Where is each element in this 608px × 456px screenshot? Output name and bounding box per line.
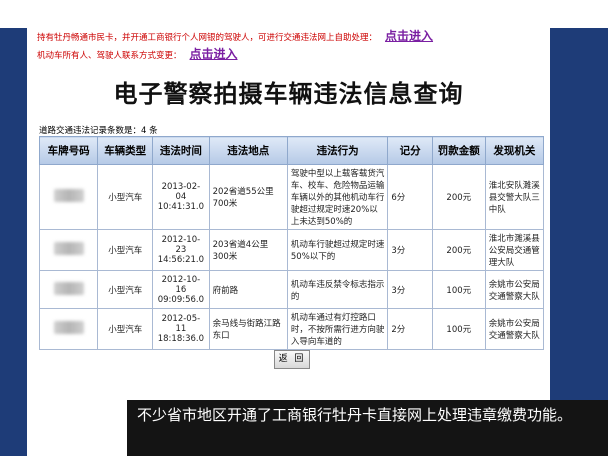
caption-overlay: 不少省市地区开通了工商银行牡丹卡直接网上处理违章缴费功能。 (127, 400, 608, 456)
violation-cell: 驾驶中型以上载客载货汽车、校车、危险物品运输车辆以外的其他机动车行驶超过规定时速… (286, 164, 389, 230)
fine-cell: 200元 (431, 164, 486, 230)
office-cell: 余姚市公安局交通警察大队 (484, 308, 545, 350)
header-fine: 罚款金额 (431, 136, 486, 165)
time-cell: 2012-10-16 09:09:56.0 (152, 270, 210, 309)
violation-table: 车牌号码 车辆类型 违法时间 违法地点 违法行为 记分 罚款金额 发现机关 小型… (38, 136, 545, 350)
header-office: 发现机关 (484, 136, 545, 165)
table-row: 小型汽车 2012-05-11 18:18:36.0 余马线与街路江路东口 机动… (38, 308, 545, 350)
table-header-row: 车牌号码 车辆类型 违法时间 违法地点 违法行为 记分 罚款金额 发现机关 (38, 136, 545, 165)
header-vehicle-type: 车辆类型 (97, 136, 154, 165)
table-row: 小型汽车 2013-02-04 10:41:31.0 202省道55公里700米… (38, 164, 545, 230)
location-cell: 余马线与街路江路东口 (208, 308, 288, 350)
plate-cell (38, 229, 99, 271)
online-processing-notice: 持有牡丹畅通市民卡，并开通工商银行个人网银的驾驶人，可进行交通违法网上自助处理：… (37, 27, 433, 44)
points-cell: 2分 (387, 308, 433, 350)
location-cell: 府前路 (208, 270, 288, 309)
time-cell: 2012-05-11 18:18:36.0 (152, 308, 210, 350)
office-cell: 淮北市濉溪县公安局交通管理大队 (484, 229, 545, 271)
violation-cell: 机动车行驶超过规定时速50%以下的 (286, 229, 389, 271)
points-cell: 3分 (387, 229, 433, 271)
table-row: 小型汽车 2012-10-16 09:09:56.0 府前路 机动车违反禁令标志… (38, 270, 545, 309)
vehicle-type-cell: 小型汽车 (97, 270, 154, 309)
contact-change-enter-link[interactable]: 点击进入 (190, 47, 238, 61)
header-points: 记分 (387, 136, 433, 165)
header-time: 违法时间 (152, 136, 210, 165)
time-cell: 2013-02-04 10:41:31.0 (152, 164, 210, 230)
plate-cell (38, 270, 99, 309)
blurred-plate (53, 281, 84, 295)
blurred-plate (53, 321, 84, 334)
right-side-band (550, 28, 608, 456)
office-cell: 淮北安队濉溪县交警大队三中队 (484, 164, 545, 230)
contact-change-notice: 机动车所有人、驾驶人联系方式变更： 点击进入 (37, 45, 238, 62)
office-cell: 余姚市公安局交通警察大队 (484, 270, 545, 309)
time-cell: 2012-10-23 14:56:21.0 (152, 229, 210, 271)
table-row: 小型汽车 2012-10-23 14:56:21.0 203省道4公里300米 … (38, 229, 545, 271)
record-count: 道路交通违法记录条数是：4 条 (39, 126, 158, 136)
vehicle-type-cell: 小型汽车 (97, 308, 154, 350)
caption-text: 不少省市地区开通了工商银行牡丹卡直接网上处理违章缴费功能。 (137, 406, 573, 424)
blurred-plate (53, 242, 84, 255)
vehicle-type-cell: 小型汽车 (97, 164, 154, 230)
header-plate: 车牌号码 (38, 136, 99, 165)
back-button[interactable]: 返 回 (274, 350, 310, 369)
header-violation: 违法行为 (286, 136, 389, 165)
plate-cell (38, 164, 99, 230)
page-title: 电子警察拍摄车辆违法信息查询 (113, 79, 464, 108)
location-cell: 202省道55公里700米 (208, 164, 288, 230)
blurred-plate (53, 189, 84, 202)
query-page: 持有牡丹畅通市民卡，并开通工商银行个人网银的驾驶人，可进行交通违法网上自助处理：… (27, 0, 550, 456)
contact-change-text: 机动车所有人、驾驶人联系方式变更： (37, 51, 182, 61)
location-cell: 203省道4公里300米 (208, 229, 288, 271)
fine-cell: 100元 (431, 270, 486, 309)
fine-cell: 200元 (431, 229, 486, 271)
online-processing-text: 持有牡丹畅通市民卡，并开通工商银行个人网银的驾驶人，可进行交通违法网上自助处理： (37, 33, 378, 43)
header-location: 违法地点 (208, 136, 288, 165)
fine-cell: 100元 (431, 308, 486, 350)
violation-cell: 机动车违反禁令标志指示的 (286, 270, 389, 309)
points-cell: 3分 (387, 270, 433, 309)
left-side-band (0, 28, 27, 456)
violation-cell: 机动车通过有灯控路口时，不按所需行进方向驶入导向车道的 (286, 308, 389, 350)
plate-cell (38, 308, 99, 350)
online-processing-enter-link[interactable]: 点击进入 (385, 29, 433, 43)
points-cell: 6分 (387, 164, 433, 230)
vehicle-type-cell: 小型汽车 (97, 229, 154, 271)
